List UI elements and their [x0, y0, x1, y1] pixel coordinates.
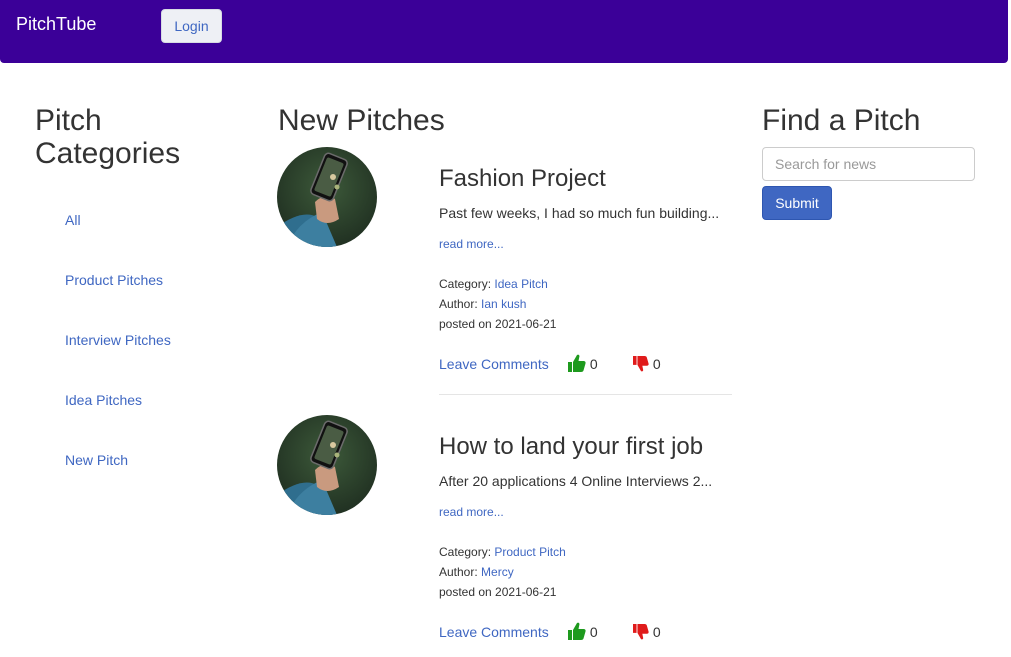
- pitch-description: Past few weeks, I had so much fun buildi…: [439, 205, 720, 221]
- category-item-all: All: [65, 208, 171, 268]
- leave-comments-link[interactable]: Leave Comments: [439, 352, 549, 376]
- pitch-meta: Category: Product Pitch Author: Mercy po…: [439, 542, 566, 602]
- categories-heading: Pitch Categories: [35, 104, 181, 170]
- author-link[interactable]: Ian kush: [481, 297, 526, 311]
- category-item-idea: Idea Pitches: [65, 388, 171, 448]
- pitch-title[interactable]: How to land your first job: [439, 433, 703, 461]
- thumbs-down-icon: [633, 624, 649, 640]
- downvote-count: 0: [652, 356, 661, 372]
- category-link-idea-pitches[interactable]: Idea Pitches: [65, 392, 142, 408]
- new-pitch-link[interactable]: New Pitch: [65, 452, 128, 468]
- category-link-product-pitches[interactable]: Product Pitches: [65, 272, 163, 288]
- category-link-all[interactable]: All: [65, 212, 81, 228]
- pitch-meta: Category: Idea Pitch Author: Ian kush po…: [439, 274, 556, 334]
- find-pitch-heading: Find a Pitch: [762, 104, 921, 137]
- category-link[interactable]: Idea Pitch: [494, 277, 547, 291]
- category-item-interview: Interview Pitches: [65, 328, 171, 388]
- pitch-avatar-image: [277, 415, 377, 515]
- pitch-title[interactable]: Fashion Project: [439, 165, 606, 193]
- author-link[interactable]: Mercy: [481, 565, 514, 579]
- posted-date: posted on 2021-06-21: [439, 317, 557, 331]
- brand-logo-text[interactable]: PitchTube: [16, 13, 96, 35]
- categories-list: All Product Pitches Interview Pitches Id…: [65, 208, 171, 508]
- thumbs-down-icon: [633, 356, 649, 372]
- read-more-link[interactable]: read more...: [439, 504, 504, 520]
- upvote-button[interactable]: 0: [568, 352, 598, 376]
- category-link[interactable]: Product Pitch: [494, 545, 565, 559]
- pitch-avatar-image: [277, 147, 377, 247]
- thumbs-up-icon: [568, 622, 586, 640]
- category-link-interview-pitches[interactable]: Interview Pitches: [65, 332, 171, 348]
- submit-button[interactable]: Submit: [762, 186, 832, 220]
- category-item-product: Product Pitches: [65, 268, 171, 328]
- upvote-count: 0: [589, 356, 598, 372]
- upvote-count: 0: [589, 624, 598, 640]
- category-item-new: New Pitch: [65, 448, 171, 508]
- thumbs-up-icon: [568, 354, 586, 372]
- downvote-button[interactable]: 0: [633, 352, 661, 376]
- login-button[interactable]: Login: [161, 9, 222, 43]
- category-label: Category:: [439, 545, 492, 559]
- read-more-link[interactable]: read more...: [439, 236, 504, 252]
- downvote-button[interactable]: 0: [633, 620, 661, 644]
- pitch-description: After 20 applications 4 Online Interview…: [439, 473, 713, 489]
- posted-date: posted on 2021-06-21: [439, 585, 557, 599]
- top-navbar: PitchTube Login: [0, 0, 1008, 63]
- downvote-count: 0: [652, 624, 661, 640]
- author-label: Author:: [439, 297, 478, 311]
- search-input[interactable]: [762, 147, 975, 181]
- new-pitches-heading: New Pitches: [278, 104, 445, 137]
- author-label: Author:: [439, 565, 478, 579]
- category-label: Category:: [439, 277, 492, 291]
- upvote-button[interactable]: 0: [568, 620, 598, 644]
- leave-comments-link[interactable]: Leave Comments: [439, 620, 549, 644]
- pitch-divider: [439, 394, 732, 395]
